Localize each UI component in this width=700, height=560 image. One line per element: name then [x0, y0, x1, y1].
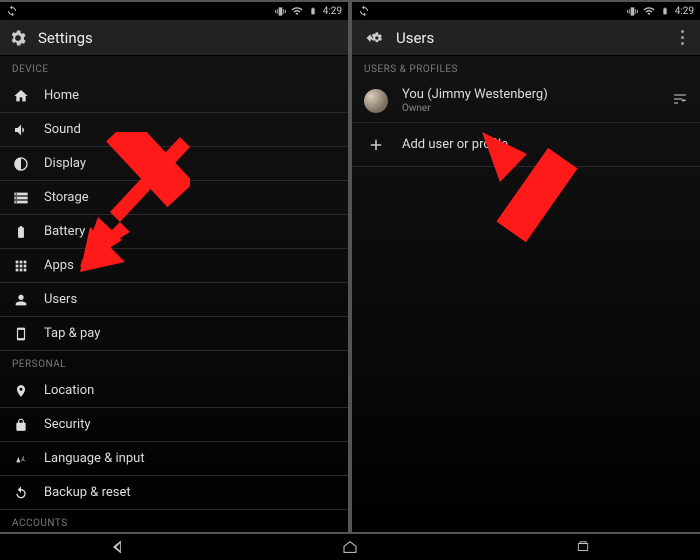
item-label: Apps	[44, 258, 74, 273]
status-bar: 4:29	[352, 2, 700, 20]
users-screen: 4:29 Users USERS & PROFILES You (Jimmy W…	[352, 2, 700, 532]
tap-pay-icon	[12, 326, 30, 342]
header-title: Users	[396, 29, 434, 47]
sync-icon	[6, 5, 18, 17]
avatar	[364, 89, 388, 113]
user-owner-row[interactable]: You (Jimmy Westenberg) Owner	[352, 79, 700, 123]
nav-back-button[interactable]	[97, 539, 137, 555]
settings-item-location[interactable]: Location	[0, 374, 348, 408]
item-label: Battery	[44, 224, 85, 239]
item-label: Language & input	[44, 451, 145, 466]
settings-item-display[interactable]: Display	[0, 147, 348, 181]
settings-list: DEVICE Home Sound Display Storage Batter…	[0, 56, 348, 532]
item-label: Location	[44, 383, 94, 398]
users-list: USERS & PROFILES You (Jimmy Westenberg) …	[352, 56, 700, 532]
language-icon	[12, 451, 30, 467]
vibrate-icon	[627, 5, 639, 17]
item-label: Backup & reset	[44, 485, 131, 500]
settings-screen: 4:29 Settings DEVICE Home Sound Display	[0, 2, 348, 532]
section-accounts-label: ACCOUNTS	[0, 510, 348, 532]
vibrate-icon	[275, 5, 287, 17]
settings-sliders-icon[interactable]	[672, 91, 688, 111]
settings-header: Settings	[0, 20, 348, 56]
wifi-icon	[291, 5, 303, 17]
item-label: Display	[44, 156, 86, 171]
item-label: Sound	[44, 122, 81, 137]
settings-item-language[interactable]: Language & input	[0, 442, 348, 476]
item-label: Storage	[44, 190, 89, 205]
section-personal-label: PERSONAL	[0, 351, 348, 374]
add-user-row[interactable]: Add user or profile	[352, 123, 700, 167]
section-users-profiles-label: USERS & PROFILES	[352, 56, 700, 79]
navigation-bar	[0, 534, 700, 560]
gear-icon	[8, 28, 28, 48]
settings-item-tap-pay[interactable]: Tap & pay	[0, 317, 348, 351]
apps-icon	[12, 258, 30, 274]
item-label: Home	[44, 88, 79, 103]
item-label: Security	[44, 417, 91, 432]
settings-item-storage[interactable]: Storage	[0, 181, 348, 215]
backup-icon	[12, 485, 30, 501]
nav-recent-button[interactable]	[563, 540, 603, 554]
home-icon	[12, 88, 30, 104]
overflow-menu-icon[interactable]	[672, 30, 692, 45]
wifi-icon	[643, 5, 655, 17]
status-time: 4:29	[675, 6, 694, 17]
sync-icon	[358, 5, 370, 17]
section-device-label: DEVICE	[0, 56, 348, 79]
battery-icon	[659, 5, 671, 17]
back-gear-icon[interactable]	[360, 28, 386, 48]
item-label: Tap & pay	[44, 326, 100, 341]
users-icon	[12, 292, 30, 308]
add-label: Add user or profile	[402, 137, 508, 152]
settings-item-sound[interactable]: Sound	[0, 113, 348, 147]
sound-icon	[12, 122, 30, 138]
status-time: 4:29	[323, 6, 342, 17]
users-header: Users	[352, 20, 700, 56]
lock-icon	[12, 417, 30, 433]
settings-item-home[interactable]: Home	[0, 79, 348, 113]
header-title: Settings	[38, 29, 93, 47]
settings-item-users[interactable]: Users	[0, 283, 348, 317]
settings-item-security[interactable]: Security	[0, 408, 348, 442]
status-bar: 4:29	[0, 2, 348, 20]
plus-icon	[364, 136, 388, 154]
settings-item-apps[interactable]: Apps	[0, 249, 348, 283]
settings-item-backup[interactable]: Backup & reset	[0, 476, 348, 510]
battery-icon	[12, 224, 30, 240]
settings-item-battery[interactable]: Battery	[0, 215, 348, 249]
battery-icon	[307, 5, 319, 17]
display-icon	[12, 156, 30, 172]
item-label: Users	[44, 292, 77, 307]
nav-home-button[interactable]	[330, 539, 370, 555]
owner-role: Owner	[402, 103, 548, 114]
location-icon	[12, 383, 30, 399]
owner-name: You (Jimmy Westenberg)	[402, 87, 548, 102]
storage-icon	[12, 190, 30, 206]
